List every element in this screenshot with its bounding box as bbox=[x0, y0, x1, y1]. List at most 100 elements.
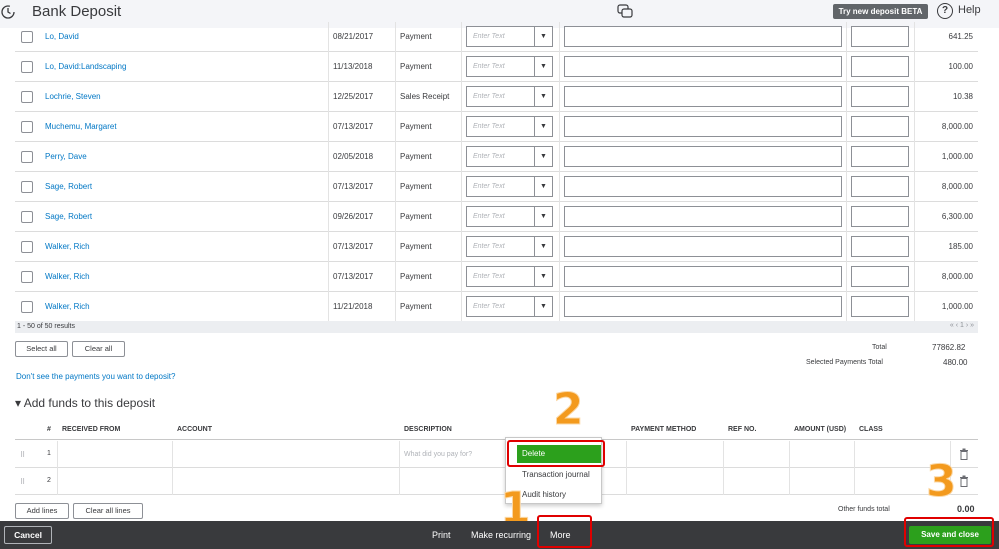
ref-no-input[interactable] bbox=[851, 116, 909, 137]
table-row[interactable]: Walker, Rich 11/21/2018 Payment Enter Text ▼… bbox=[15, 292, 978, 322]
payment-method-dropdown[interactable]: Enter Text ▼ bbox=[466, 26, 553, 47]
chevron-down-icon[interactable]: ▼ bbox=[534, 207, 552, 226]
help-label[interactable]: Help bbox=[958, 4, 981, 16]
memo-input[interactable] bbox=[564, 266, 842, 287]
customer-link[interactable]: Muchemu, Margaret bbox=[45, 122, 117, 131]
amount-cell: 1,000.00 bbox=[941, 152, 973, 161]
menu-item-transaction-journal[interactable]: Transaction journal bbox=[506, 466, 601, 484]
row-checkbox[interactable] bbox=[21, 181, 33, 193]
ref-no-input[interactable] bbox=[851, 236, 909, 257]
chevron-down-icon[interactable]: ▼ bbox=[534, 177, 552, 196]
payment-method-dropdown[interactable]: Enter Text ▼ bbox=[466, 296, 553, 317]
memo-input[interactable] bbox=[564, 146, 842, 167]
missing-payments-link[interactable]: Don't see the payments you want to depos… bbox=[16, 372, 175, 381]
try-new-deposit-button[interactable]: Try new deposit BETA bbox=[833, 4, 928, 19]
col-description: DESCRIPTION bbox=[404, 426, 452, 433]
memo-input[interactable] bbox=[564, 236, 842, 257]
payment-method-dropdown[interactable]: Enter Text ▼ bbox=[466, 266, 553, 287]
memo-input[interactable] bbox=[564, 176, 842, 197]
chevron-down-icon[interactable]: ▼ bbox=[534, 117, 552, 136]
memo-input[interactable] bbox=[564, 56, 842, 77]
row-checkbox[interactable] bbox=[21, 241, 33, 253]
row-checkbox[interactable] bbox=[21, 271, 33, 283]
help-icon[interactable]: ? bbox=[937, 3, 953, 19]
ref-no-input[interactable] bbox=[851, 56, 909, 77]
chevron-down-icon[interactable]: ▼ bbox=[534, 57, 552, 76]
memo-input[interactable] bbox=[564, 26, 842, 47]
chevron-down-icon[interactable]: ▼ bbox=[534, 147, 552, 166]
table-row[interactable]: Sage, Robert 09/26/2017 Payment Enter Text ▼… bbox=[15, 202, 978, 232]
table-row[interactable]: Sage, Robert 07/13/2017 Payment Enter Text ▼… bbox=[15, 172, 978, 202]
ref-no-input[interactable] bbox=[851, 206, 909, 227]
customer-link[interactable]: Walker, Rich bbox=[45, 302, 90, 311]
payment-method-dropdown[interactable]: Enter Text ▼ bbox=[466, 116, 553, 137]
add-funds-heading[interactable]: ▾ Add funds to this deposit bbox=[15, 396, 155, 410]
customer-link[interactable]: Lo, David bbox=[45, 32, 79, 41]
chevron-down-icon[interactable]: ▼ bbox=[534, 237, 552, 256]
other-funds-total-value: 0.00 bbox=[957, 504, 975, 514]
customer-link[interactable]: Perry, Dave bbox=[45, 152, 87, 161]
customer-link[interactable]: Lo, David:Landscaping bbox=[45, 62, 126, 71]
ref-no-input[interactable] bbox=[851, 86, 909, 107]
dropdown-placeholder: Enter Text bbox=[473, 123, 505, 130]
memo-input[interactable] bbox=[564, 86, 842, 107]
dropdown-placeholder: Enter Text bbox=[473, 33, 505, 40]
add-lines-button[interactable]: Add lines bbox=[15, 503, 69, 519]
history-icon[interactable] bbox=[0, 4, 16, 20]
customer-link[interactable]: Walker, Rich bbox=[45, 242, 90, 251]
payment-method-dropdown[interactable]: Enter Text ▼ bbox=[466, 86, 553, 107]
customer-link[interactable]: Sage, Robert bbox=[45, 182, 92, 191]
chevron-down-icon[interactable]: ▼ bbox=[534, 27, 552, 46]
table-row[interactable]: Walker, Rich 07/13/2017 Payment Enter Text ▼… bbox=[15, 262, 978, 292]
payment-method-dropdown[interactable]: Enter Text ▼ bbox=[466, 206, 553, 227]
description-placeholder[interactable]: What did you pay for? bbox=[404, 451, 472, 458]
payment-method-dropdown[interactable]: Enter Text ▼ bbox=[466, 176, 553, 197]
payment-method-dropdown[interactable]: Enter Text ▼ bbox=[466, 236, 553, 257]
drag-handle-icon[interactable]: ⠿ bbox=[20, 478, 25, 486]
customer-link[interactable]: Sage, Robert bbox=[45, 212, 92, 221]
row-checkbox[interactable] bbox=[21, 301, 33, 313]
ref-no-input[interactable] bbox=[851, 176, 909, 197]
table-row[interactable]: Lo, David:Landscaping 11/13/2018 Payment En… bbox=[15, 52, 978, 82]
table-row[interactable]: Walker, Rich 07/13/2017 Payment Enter Text ▼… bbox=[15, 232, 978, 262]
trash-icon[interactable] bbox=[959, 475, 969, 487]
table-row[interactable]: Muchemu, Margaret 07/13/2017 Payment Enter … bbox=[15, 112, 978, 142]
row-checkbox[interactable] bbox=[21, 211, 33, 223]
table-row[interactable]: Lochrie, Steven 12/25/2017 Sales Receipt En… bbox=[15, 82, 978, 112]
pagination[interactable]: « ‹ 1 › » bbox=[950, 322, 974, 329]
memo-input[interactable] bbox=[564, 116, 842, 137]
row-checkbox[interactable] bbox=[21, 151, 33, 163]
print-link[interactable]: Print bbox=[432, 530, 451, 540]
memo-input[interactable] bbox=[564, 296, 842, 317]
drag-handle-icon[interactable]: ⠿ bbox=[20, 451, 25, 459]
ref-no-input[interactable] bbox=[851, 26, 909, 47]
clear-all-button[interactable]: Clear all bbox=[72, 341, 125, 357]
payment-method-dropdown[interactable]: Enter Text ▼ bbox=[466, 56, 553, 77]
chevron-down-icon[interactable]: ▼ bbox=[534, 87, 552, 106]
row-checkbox[interactable] bbox=[21, 61, 33, 73]
row-checkbox[interactable] bbox=[21, 91, 33, 103]
table-row[interactable]: Perry, Dave 02/05/2018 Payment Enter Text ▼ 1… bbox=[15, 142, 978, 172]
row-checkbox[interactable] bbox=[21, 31, 33, 43]
select-all-button[interactable]: Select all bbox=[15, 341, 68, 357]
results-bar: 1 - 50 of 50 results « ‹ 1 › » bbox=[15, 321, 978, 333]
step-3-marker: 3 bbox=[926, 456, 958, 508]
clear-all-lines-button[interactable]: Clear all lines bbox=[73, 503, 143, 519]
row-checkbox[interactable] bbox=[21, 121, 33, 133]
make-recurring-link[interactable]: Make recurring bbox=[471, 530, 531, 540]
trash-icon[interactable] bbox=[959, 448, 969, 460]
chat-icon[interactable] bbox=[616, 3, 634, 21]
ref-no-input[interactable] bbox=[851, 296, 909, 317]
customer-link[interactable]: Walker, Rich bbox=[45, 272, 90, 281]
cancel-button[interactable]: Cancel bbox=[4, 526, 52, 544]
memo-input[interactable] bbox=[564, 206, 842, 227]
chevron-down-icon[interactable]: ▼ bbox=[534, 267, 552, 286]
funds-row[interactable]: ⠿ 2 bbox=[15, 468, 978, 495]
ref-no-input[interactable] bbox=[851, 146, 909, 167]
customer-link[interactable]: Lochrie, Steven bbox=[45, 92, 101, 101]
table-row[interactable]: Lo, David 08/21/2017 Payment Enter Text ▼ 641… bbox=[15, 22, 978, 52]
chevron-down-icon[interactable]: ▼ bbox=[534, 297, 552, 316]
ref-no-input[interactable] bbox=[851, 266, 909, 287]
funds-row[interactable]: ⠿ 1 What did you pay for? bbox=[15, 441, 978, 468]
payment-method-dropdown[interactable]: Enter Text ▼ bbox=[466, 146, 553, 167]
